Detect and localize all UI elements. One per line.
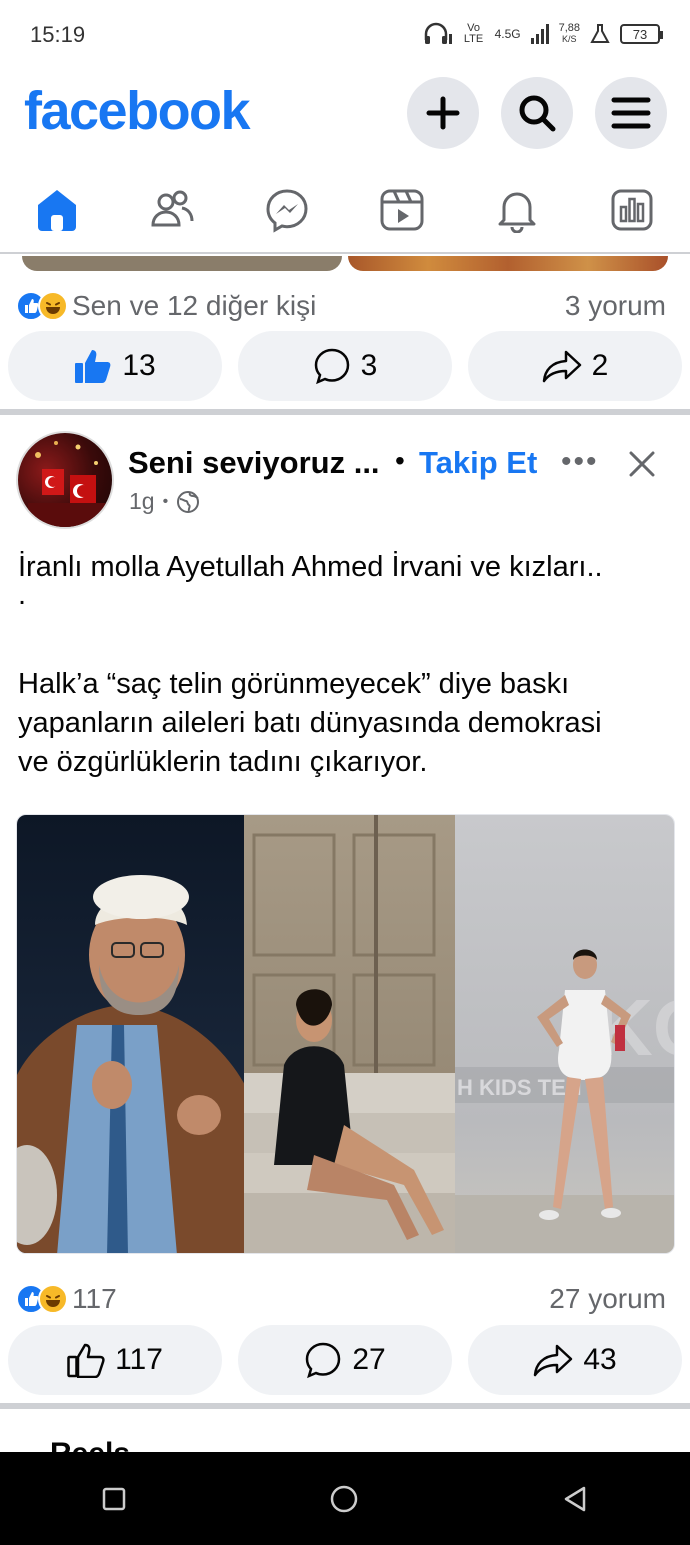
- system-icons: Vo LTE 4.5G 7,88 K/S 73: [423, 22, 663, 46]
- comment-icon: [306, 1342, 341, 1379]
- tab-home[interactable]: [27, 180, 87, 240]
- speed-readout: 7,88 K/S: [559, 23, 580, 45]
- home-icon: [38, 190, 76, 231]
- post-divider: [0, 409, 690, 415]
- bell-icon: [498, 192, 536, 233]
- post-text-line: İranlı molla Ayetullah Ahmed İrvani ve k…: [18, 551, 603, 583]
- like-icon: [67, 1343, 105, 1378]
- reaction-icons: [16, 1284, 68, 1314]
- network-type-label: 4.5G: [494, 27, 521, 41]
- globe-icon: [177, 490, 200, 513]
- haha-reaction-icon: [38, 1284, 68, 1314]
- share-button[interactable]: 2: [468, 331, 682, 401]
- reaction-summary[interactable]: Sen ve 12 diğer kişi: [16, 290, 316, 322]
- comment-count-link[interactable]: 3 yorum: [565, 290, 666, 322]
- lab-flask-icon: [590, 24, 610, 43]
- facebook-logo[interactable]: facebook: [24, 80, 251, 142]
- post-stats: 117 27 yorum: [0, 1273, 690, 1323]
- post-actions: 117 27 43: [0, 1325, 690, 1395]
- home-circle-icon[interactable]: [329, 1484, 359, 1514]
- post-text-line: Halk’a “saç telin görünmeyecek” diye bas…: [18, 668, 570, 700]
- menu-button[interactable]: [595, 77, 667, 149]
- comment-icon: [314, 348, 349, 385]
- battery-indicator: 73: [620, 24, 663, 44]
- share-count: 43: [583, 1343, 617, 1376]
- post-time[interactable]: 1g: [129, 488, 155, 515]
- dashboard-icon: [611, 189, 653, 231]
- recent-apps-icon[interactable]: [100, 1485, 128, 1513]
- like-button[interactable]: 13: [8, 331, 222, 401]
- reels-section-title: Reels: [50, 1437, 130, 1452]
- like-count: 13: [122, 349, 156, 382]
- image-panel-woman-wall: KO H KIDS TEH: [454, 815, 674, 1253]
- previous-post-stats: Sen ve 12 diğer kişi 3 yorum: [0, 280, 690, 330]
- haha-reaction-icon: [38, 291, 68, 321]
- share-count: 2: [591, 349, 609, 382]
- comment-count: 3: [360, 349, 378, 382]
- tab-video[interactable]: [372, 180, 432, 240]
- reaction-count: 117: [72, 1283, 117, 1314]
- volte-label: Vo LTE: [463, 22, 484, 45]
- reaction-summary-text: Sen ve 12 diğer kişi: [72, 290, 317, 321]
- image-panel-cleric: [17, 815, 245, 1253]
- follow-button[interactable]: Takip Et: [419, 445, 537, 481]
- post-divider: [0, 1403, 690, 1409]
- post-text-line: yapanların aileleri batı dünyasında demo…: [18, 707, 602, 739]
- speed-value: 7,88: [558, 22, 580, 34]
- like-filled-icon: [75, 350, 111, 383]
- comment-button[interactable]: 27: [238, 1325, 452, 1395]
- image-panel-woman-steps: [244, 815, 455, 1253]
- friends-icon: [151, 190, 194, 227]
- search-icon: [519, 95, 556, 132]
- status-time: 15:19: [30, 22, 86, 47]
- create-button[interactable]: [407, 77, 479, 149]
- like-count: 117: [115, 1343, 163, 1376]
- comment-button[interactable]: 3: [238, 331, 452, 401]
- back-icon[interactable]: [560, 1484, 590, 1514]
- tab-messenger[interactable]: [257, 180, 317, 240]
- menu-icon: [611, 97, 651, 129]
- search-button[interactable]: [501, 77, 573, 149]
- battery-level: 73: [632, 26, 648, 42]
- comment-count: 27: [352, 1343, 386, 1376]
- post-text: İranlı molla Ayetullah Ahmed İrvani ve k…: [18, 548, 678, 782]
- post-meta: 1g •: [129, 488, 200, 515]
- reaction-icons: [16, 291, 68, 321]
- signal-icon: [530, 24, 549, 44]
- messenger-icon: [266, 189, 308, 233]
- share-icon: [534, 1344, 573, 1377]
- status-bar: 15:19 Vo LTE 4.5G 7,88 K/S 73: [0, 0, 690, 70]
- name-separator: •: [395, 445, 405, 476]
- headphones-icon: [424, 22, 452, 44]
- close-icon: [629, 451, 655, 477]
- tab-notifications[interactable]: [487, 180, 547, 240]
- comment-count-link[interactable]: 27 yorum: [549, 1283, 666, 1315]
- app-header: facebook: [0, 70, 690, 160]
- post-text-line: ve özgürlüklerin tadını çıkarıyor.: [18, 746, 428, 778]
- speed-unit: K/S: [562, 34, 577, 44]
- main-nav-bar: [0, 170, 690, 254]
- post-text-line: .: [18, 579, 27, 611]
- hide-post-button[interactable]: [626, 448, 658, 480]
- page-avatar[interactable]: [16, 431, 114, 529]
- reaction-summary[interactable]: 117: [16, 1283, 117, 1315]
- like-button[interactable]: 117: [8, 1325, 222, 1395]
- tab-friends[interactable]: [142, 180, 202, 240]
- system-navigation-bar: [0, 1452, 690, 1545]
- share-button[interactable]: 43: [468, 1325, 682, 1395]
- post-image[interactable]: KO H KIDS TEH: [16, 814, 675, 1254]
- post-text-blank: [18, 603, 678, 665]
- tab-dashboard[interactable]: [602, 180, 662, 240]
- video-icon: [380, 189, 424, 231]
- previous-post-actions: 13 3 2: [0, 331, 690, 401]
- previous-post-image-right[interactable]: [348, 256, 668, 271]
- plus-icon: [426, 96, 460, 130]
- reels-section-peek[interactable]: Reels: [30, 1435, 130, 1452]
- image-watermark: H KIDS TEH: [457, 1075, 582, 1100]
- previous-post-image-left[interactable]: [22, 256, 342, 271]
- more-options-button[interactable]: •••: [561, 445, 599, 479]
- share-icon: [542, 350, 581, 383]
- page-name[interactable]: Seni seviyoruz ...: [128, 445, 380, 481]
- meta-separator: •: [162, 492, 169, 510]
